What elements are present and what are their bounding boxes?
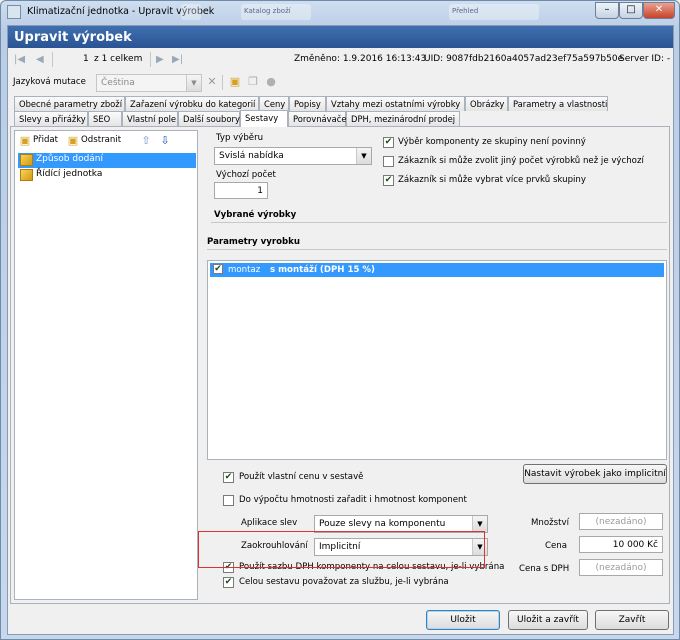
vychozi-pocet-label: Výchozí počet	[216, 170, 276, 180]
cena-dph-label: Cena s DPH	[519, 564, 570, 574]
typ-vyberu-label: Typ výběru	[216, 133, 264, 143]
aplikace-slev-label: Aplikace slev	[241, 518, 298, 528]
language-select[interactable]: Čeština ▼	[96, 74, 202, 92]
copy-icon[interactable]: ❐	[246, 75, 260, 89]
uid-label: UID: 9087fdb2160a4057ad23ef75a597b50e	[424, 54, 624, 64]
custom-price-label: Použít vlastní cenu v sestavě	[239, 472, 364, 482]
custom-price-checkbox[interactable]: ✔	[223, 472, 234, 483]
group-list-pane: ▣ Přidat ▣ Odstranit ⇧ ⇩ Způsob dodání Ř…	[14, 130, 198, 600]
application-window: Klimatizační jednotka - Upravit výrobek …	[0, 0, 680, 640]
typ-vyberu-value: Svislá nabídka	[219, 151, 284, 161]
products-grid: ✔ montaz s montáží (DPH 15 %)	[207, 260, 667, 460]
tab-zarazeni[interactable]: Zařazení výrobku do kategorií	[125, 96, 259, 111]
prev-record-button[interactable]: ◀	[36, 54, 44, 65]
group-toolbar: ▣ Přidat ▣ Odstranit ⇧ ⇩	[15, 131, 197, 149]
as-service-checkbox[interactable]: ✔	[223, 577, 234, 588]
set-default-button[interactable]: Nastavit výrobek jako implicitní	[523, 464, 667, 484]
tab-obecne-parametry[interactable]: Obecné parametry zboží	[14, 96, 125, 111]
selected-products-heading: Vybrané výrobky	[214, 210, 297, 220]
change-count-label: Zákazník si může zvolit jiný počet výrob…	[398, 156, 644, 166]
page-number[interactable]: 1	[83, 54, 89, 64]
minimize-button[interactable]: –	[595, 2, 619, 19]
close-button[interactable]: Zavřít	[595, 610, 669, 630]
weight-checkbox[interactable]	[223, 495, 234, 506]
save-and-close-button[interactable]: Uložit a zavřít	[508, 610, 588, 630]
first-record-button[interactable]: |◀	[14, 54, 25, 65]
vychozi-pocet-input[interactable]: 1	[214, 182, 268, 199]
multi-select-label: Zákazník si může vybrat více prvků skupi…	[398, 175, 586, 185]
record-navigator: |◀ ◀ 1 z 1 celkem ▶ ▶| Změněno: 1.9.2016…	[8, 49, 673, 71]
faded-tab-icon	[181, 4, 201, 20]
tab-vztahy[interactable]: Vztahy mezi ostatními výrobky	[326, 96, 465, 111]
change-count-checkbox[interactable]	[383, 156, 394, 167]
title-bar[interactable]: Klimatizační jednotka - Upravit výrobek …	[1, 1, 679, 23]
add-folder-icon: ▣	[19, 134, 31, 147]
package-icon	[20, 154, 33, 166]
remove-folder-icon: ▣	[67, 134, 79, 147]
record-icon[interactable]: ●	[264, 75, 278, 89]
tab-parametry[interactable]: Parametry a vlastnosti	[508, 96, 608, 111]
tab-vlastni-pole[interactable]: Vlastní pole	[122, 111, 178, 126]
list-item-label: Řídící jednotka	[36, 169, 103, 179]
package-icon	[20, 169, 33, 181]
tab-ceny[interactable]: Ceny	[259, 96, 289, 111]
row-name: s montáží (DPH 15 %)	[270, 265, 375, 275]
faded-taskbar-tab: Katalog zboží	[241, 4, 311, 20]
optional-checkbox[interactable]: ✔	[383, 137, 394, 148]
mnozstvi-input[interactable]: (nezadáno)	[579, 513, 663, 530]
row-checkbox[interactable]: ✔	[213, 264, 223, 274]
group-detail-pane: Typ výběru Svislá nabídka ▼ Výchozí poče…	[201, 130, 667, 600]
move-down-icon[interactable]: ⇩	[158, 134, 172, 148]
language-label: Jazyková mutace	[13, 77, 86, 87]
weight-label: Do výpočtu hmotnosti zařadit i hmotnost …	[239, 495, 467, 505]
tab-seo[interactable]: SEO	[88, 111, 122, 126]
page-total: z 1 celkem	[94, 54, 143, 64]
typ-vyberu-select[interactable]: Svislá nabídka ▼	[214, 147, 372, 165]
save-button[interactable]: Uložit	[426, 610, 500, 630]
move-up-icon[interactable]: ⇧	[139, 134, 153, 148]
faded-taskbar-tab: Přehled	[449, 4, 539, 20]
chevron-down-icon: ▼	[186, 75, 201, 91]
tab-popisy[interactable]: Popisy	[289, 96, 326, 111]
add-group-button[interactable]: Přidat	[33, 135, 58, 145]
aplikace-slev-value: Pouze slevy na komponentu	[319, 519, 446, 529]
highlight-frame	[198, 531, 485, 568]
cena-input[interactable]: 10 000 Kč	[579, 536, 663, 553]
remove-group-button[interactable]: Odstranit	[81, 135, 121, 145]
mnozstvi-label: Množství	[531, 518, 569, 528]
changed-timestamp: Změněno: 1.9.2016 16:13:43	[294, 54, 427, 64]
language-value: Čeština	[101, 78, 135, 88]
language-row: Jazyková mutace Čeština ▼ ✕ ▣ ❐ ●	[8, 72, 673, 94]
last-record-button[interactable]: ▶|	[172, 54, 183, 65]
clear-icon[interactable]: ✕	[205, 75, 219, 89]
cena-label: Cena	[545, 541, 568, 551]
product-params-heading: Parametry vyrobku	[207, 237, 300, 247]
cena-dph-input[interactable]: (nezadáno)	[579, 559, 663, 576]
next-record-button[interactable]: ▶	[156, 54, 164, 65]
optional-label: Výběr komponenty ze skupiny není povinný	[398, 137, 586, 147]
server-id-label: Server ID: -	[619, 54, 671, 64]
app-icon	[7, 5, 21, 19]
as-service-label: Celou sestavu považovat za službu, je-li…	[239, 577, 449, 587]
row-code: montaz	[228, 265, 261, 275]
list-item[interactable]: Způsob dodání	[18, 153, 196, 168]
tab-dph[interactable]: DPH, mezinárodní prodej	[346, 111, 460, 126]
multi-select-checkbox[interactable]: ✔	[383, 175, 394, 186]
maximize-button[interactable]: □	[619, 2, 643, 19]
tab-dalsi-soubory[interactable]: Další soubory	[178, 111, 240, 126]
list-item[interactable]: Řídící jednotka	[18, 168, 196, 183]
tab-obrazky[interactable]: Obrázky	[465, 96, 508, 111]
list-item-label: Způsob dodání	[36, 154, 104, 164]
chevron-down-icon: ▼	[356, 148, 371, 164]
table-row[interactable]: ✔ montaz s montáží (DPH 15 %)	[210, 263, 664, 277]
tab-slevy[interactable]: Slevy a přirážky	[14, 111, 88, 126]
tab-sestavy[interactable]: Sestavy	[240, 110, 288, 127]
add-folder-icon[interactable]: ▣	[228, 75, 242, 89]
close-window-button[interactable]: ✕	[643, 2, 675, 19]
tab-porovnavace[interactable]: Porovnávače	[288, 111, 347, 126]
page-title: Upravit výrobek	[8, 26, 673, 48]
chevron-down-icon: ▼	[472, 516, 487, 532]
